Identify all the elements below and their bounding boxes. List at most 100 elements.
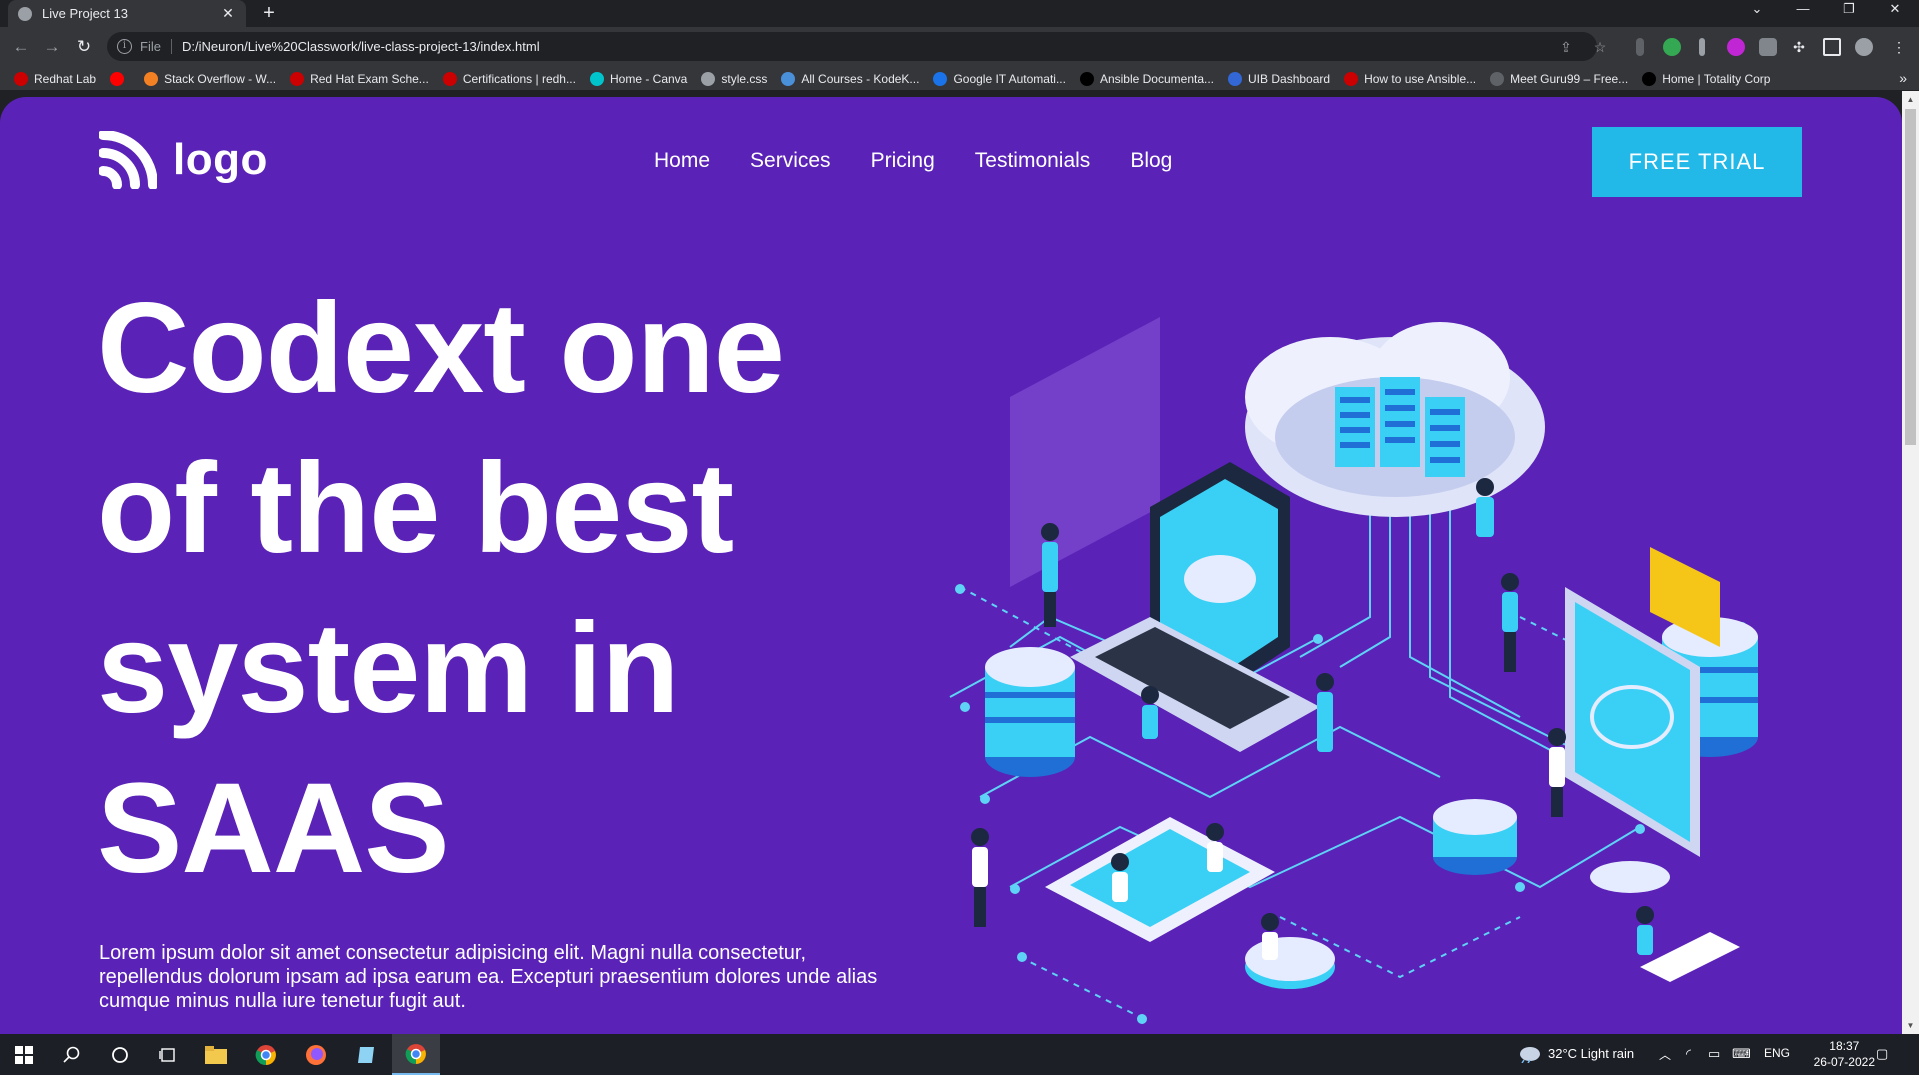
bookmarks-overflow-button[interactable]: »	[1899, 70, 1907, 86]
screen: Live Project 13 ✕ + ⌄ — ❐ ✕ ← → ↻ i File…	[0, 0, 1919, 1075]
firefox-icon[interactable]	[292, 1034, 340, 1075]
side-panel-icon[interactable]	[1823, 38, 1841, 56]
tab-strip: Live Project 13 ✕ + ⌄ — ❐ ✕	[0, 0, 1919, 27]
notifications-icon[interactable]: ▢	[1876, 1046, 1888, 1062]
tab-search-icon[interactable]: ⌄	[1734, 0, 1780, 18]
restore-button[interactable]: ❐	[1826, 0, 1872, 18]
main-nav: Home Services Pricing Testimonials Blog	[654, 149, 1212, 173]
share-icon[interactable]: ⇪	[1557, 38, 1575, 56]
bookmark-favicon-icon	[110, 71, 125, 86]
bookmark-item[interactable]: Redhat Lab	[14, 71, 96, 86]
bookmark-favicon-icon	[1228, 71, 1243, 86]
nav-blog[interactable]: Blog	[1130, 149, 1172, 173]
color-extension-icon[interactable]	[1727, 38, 1745, 56]
hero-description: Lorem ipsum dolor sit amet consectetur a…	[99, 942, 878, 1012]
bookmark-favicon-icon	[1079, 71, 1094, 86]
bookmark-label: Ansible Documenta...	[1099, 71, 1215, 86]
bookmark-label: Red Hat Exam Sche...	[310, 71, 429, 86]
chrome-active-icon[interactable]	[392, 1034, 440, 1075]
bookmark-label: Home | Totality Corp	[1662, 71, 1771, 86]
bookmark-label: Meet Guru99 – Free...	[1510, 71, 1629, 86]
address-bar[interactable]: i File D:/iNeuron/Live%20Classwork/live-…	[107, 32, 1597, 61]
bookmark-star-icon[interactable]: ☆	[1591, 38, 1609, 56]
url-text[interactable]: D:/iNeuron/Live%20Classwork/live-class-p…	[182, 39, 540, 54]
profile-avatar[interactable]	[1855, 38, 1873, 56]
task-view-icon[interactable]	[144, 1034, 192, 1075]
browser-tab[interactable]: Live Project 13 ✕	[8, 0, 246, 27]
new-tab-button[interactable]: +	[258, 2, 280, 24]
nav-testimonials[interactable]: Testimonials	[975, 149, 1091, 173]
bookmark-favicon-icon	[933, 71, 948, 86]
notepad-icon[interactable]	[342, 1034, 390, 1075]
bookmark-item[interactable]: UIB Dashboard	[1228, 71, 1331, 86]
bookmark-item[interactable]	[110, 71, 130, 86]
bookmark-label: style.css	[721, 71, 768, 86]
extension-icon[interactable]	[1636, 38, 1644, 56]
tab-close-button[interactable]: ✕	[220, 5, 236, 22]
bookmark-favicon-icon	[144, 71, 159, 86]
clock[interactable]: 18:37 26-07-2022	[1814, 1038, 1875, 1070]
weather-cloud-icon	[1520, 1047, 1540, 1063]
bookmark-item[interactable]: Red Hat Exam Sche...	[290, 71, 429, 86]
bookmark-label: Certifications | redh...	[462, 71, 576, 86]
nav-pricing[interactable]: Pricing	[871, 149, 935, 173]
close-window-button[interactable]: ✕	[1872, 0, 1918, 18]
tree-extension-icon[interactable]	[1663, 38, 1681, 56]
landing-page: logo Home Services Pricing Testimonials …	[0, 97, 1902, 1034]
minimize-button[interactable]: —	[1780, 0, 1826, 18]
info-icon[interactable]: i	[117, 39, 132, 54]
hero-title-line: of the best	[97, 437, 734, 580]
bookmark-label: UIB Dashboard	[1248, 71, 1331, 86]
eyedropper-icon[interactable]	[1699, 38, 1705, 56]
language-indicator[interactable]: ENG	[1764, 1046, 1790, 1060]
bookmark-favicon-icon	[1642, 71, 1657, 86]
scroll-up-icon[interactable]: ▲	[1902, 91, 1919, 108]
bookmark-item[interactable]: Certifications | redh...	[442, 71, 576, 86]
scroll-down-icon[interactable]: ▼	[1902, 1017, 1919, 1034]
bookmark-item[interactable]: All Courses - KodeK...	[781, 71, 919, 86]
bookmark-item[interactable]: Stack Overflow - W...	[144, 71, 277, 86]
puzzle-icon[interactable]: ✣	[1790, 38, 1808, 56]
bookmark-favicon-icon	[290, 71, 305, 86]
bookmark-item[interactable]: style.css	[701, 71, 768, 86]
windows-start-icon[interactable]	[0, 1034, 48, 1075]
battery-icon[interactable]: ▭	[1708, 1046, 1720, 1062]
clock-date: 26-07-2022	[1813, 1055, 1875, 1069]
free-trial-button[interactable]: FREE TRIAL	[1592, 127, 1802, 197]
grid-extension-icon[interactable]	[1759, 38, 1777, 56]
clock-time: 18:37	[1829, 1039, 1860, 1053]
reload-icon[interactable]: ↻	[73, 36, 95, 58]
bookmark-label: Stack Overflow - W...	[164, 71, 277, 86]
bookmark-favicon-icon	[701, 71, 716, 86]
site-logo[interactable]: logo	[99, 131, 268, 189]
page-scrollbar[interactable]: ▲ ▼	[1902, 91, 1919, 1034]
search-icon[interactable]	[48, 1034, 96, 1075]
tray-chevron-icon[interactable]: ︿	[1659, 1046, 1671, 1063]
network-icon[interactable]: ◜	[1686, 1046, 1691, 1062]
scrollbar-thumb[interactable]	[1905, 109, 1916, 445]
more-menu-icon[interactable]: ⋮	[1890, 38, 1908, 56]
nav-services[interactable]: Services	[750, 149, 831, 173]
bookmark-item[interactable]: Ansible Documenta...	[1079, 71, 1215, 86]
hero-title-line: Codext one	[97, 277, 785, 420]
bookmark-favicon-icon	[14, 71, 28, 86]
keyboard-icon[interactable]: ⌨	[1732, 1046, 1751, 1062]
bookmark-item[interactable]: Google IT Automati...	[933, 71, 1066, 86]
tab-title: Live Project 13	[42, 6, 128, 21]
nav-home[interactable]: Home	[654, 149, 710, 173]
bookmark-favicon-icon	[1344, 71, 1359, 86]
bookmark-item[interactable]: Meet Guru99 – Free...	[1490, 71, 1629, 86]
rss-logo-icon	[99, 131, 157, 189]
hero-title-line: system in	[97, 597, 680, 740]
forward-arrow-icon[interactable]: →	[41, 36, 63, 58]
windows-taskbar: 32°C Light rain ︿ ◜ ▭ ⌨ ENG 18:37 26-07-…	[0, 1034, 1919, 1075]
bookmark-item[interactable]: Home - Canva	[589, 71, 687, 86]
bookmark-item[interactable]: How to use Ansible...	[1344, 71, 1476, 86]
back-arrow-icon[interactable]: ←	[10, 36, 32, 58]
bookmark-favicon-icon	[589, 71, 604, 86]
weather-text[interactable]: 32°C Light rain	[1548, 1046, 1634, 1061]
file-explorer-icon[interactable]	[192, 1034, 240, 1075]
chrome-icon[interactable]	[242, 1034, 290, 1075]
bookmark-item[interactable]: Home | Totality Corp	[1642, 71, 1771, 86]
cortana-icon[interactable]	[96, 1034, 144, 1075]
